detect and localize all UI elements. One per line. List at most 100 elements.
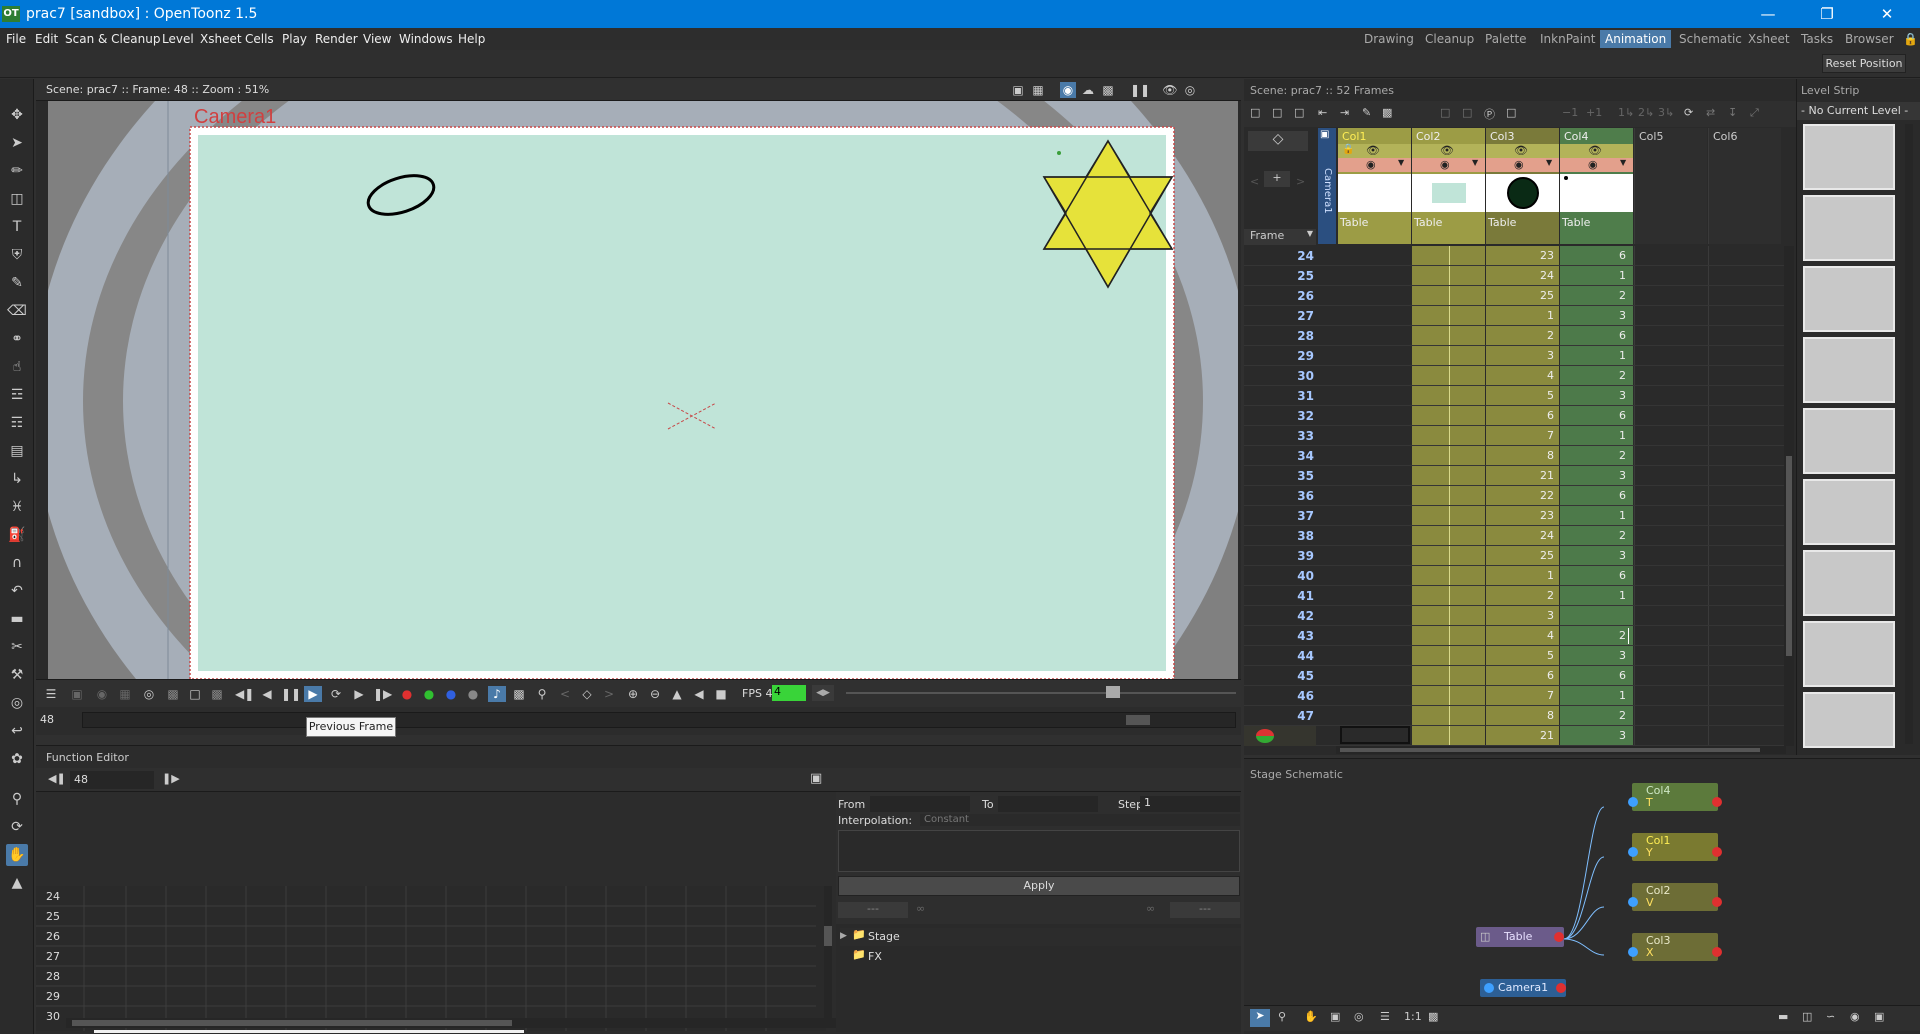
schematic-node-col2[interactable]: Col2 V — [1628, 883, 1722, 911]
magnet-tool-icon[interactable]: ∩ — [6, 552, 28, 574]
xsheet-row[interactable]: 31 5 3 — [1244, 386, 1784, 406]
frame-slider-handle[interactable] — [1126, 715, 1150, 725]
field-guide-icon[interactable]: ▦ — [1030, 82, 1046, 98]
col4-cell[interactable]: 6 — [1560, 569, 1626, 582]
toggle-fx-stage-icon[interactable]: ▣ — [1874, 1010, 1884, 1023]
maximize-nodes-icon[interactable]: ▩ — [1428, 1010, 1438, 1023]
bg-checker-icon[interactable]: ▩ — [164, 686, 182, 702]
tracker-tool-icon[interactable]: ◎ — [6, 692, 28, 714]
node-port-in[interactable] — [1484, 983, 1494, 993]
col3-cell[interactable]: 24 — [1488, 269, 1554, 282]
level-frame-slot[interactable] — [1803, 621, 1895, 687]
new-vector-level-icon[interactable]: □ — [1250, 106, 1260, 119]
fps-slider[interactable] — [846, 692, 1236, 694]
col3-cell[interactable]: 5 — [1488, 389, 1554, 402]
pinch-tool-icon[interactable]: ♓ — [6, 496, 28, 518]
room-browser[interactable]: Browser — [1845, 32, 1894, 46]
col3-cell[interactable]: 1 — [1488, 309, 1554, 322]
col3-cell[interactable]: 5 — [1488, 649, 1554, 662]
close-button[interactable]: ✕ — [1864, 2, 1910, 26]
random-icon[interactable]: ⤢ — [1750, 106, 1759, 120]
col4-cell[interactable]: 1 — [1560, 349, 1626, 362]
bg-black-icon[interactable]: ▩ — [208, 686, 226, 702]
onion-skin-icon[interactable] — [1256, 729, 1274, 743]
col1-toggles[interactable]: 🔒 👁 — [1338, 144, 1411, 158]
level-strip-scroll[interactable] — [1905, 124, 1913, 744]
xsheet-row[interactable]: 40 1 6 — [1244, 566, 1784, 586]
hook-tool-icon[interactable]: ↩ — [6, 720, 28, 742]
xsheet-row[interactable]: 44 5 3 — [1244, 646, 1784, 666]
col4-cell[interactable]: 6 — [1560, 489, 1626, 502]
func-vscroll-handle[interactable] — [824, 926, 832, 946]
new-frame-icon[interactable]: Ⓟ — [1484, 106, 1495, 122]
cutter-tool-icon[interactable]: ✂ — [6, 636, 28, 658]
tree-item-stage[interactable]: ▶ 📁 Stage — [840, 928, 1241, 946]
zoom-in-icon[interactable]: ⊕ — [624, 686, 642, 702]
reset-position-button[interactable]: Reset Position — [1822, 54, 1906, 73]
xsheet-row[interactable]: 42 3 — [1244, 606, 1784, 626]
next-frame-button[interactable]: ▶ — [350, 686, 368, 702]
xsheet-row[interactable]: 47 8 2 — [1244, 706, 1784, 726]
xsheet-row[interactable]: 34 8 2 — [1244, 446, 1784, 466]
col3-cell[interactable]: 2 — [1488, 589, 1554, 602]
col3-cell[interactable]: 8 — [1488, 709, 1554, 722]
col4-cell[interactable]: 3 — [1560, 309, 1626, 322]
prev-value-field[interactable]: --- — [838, 902, 908, 918]
viewer-canvas[interactable]: Camera1 — [48, 101, 1238, 679]
col3-cell[interactable]: 8 — [1488, 449, 1554, 462]
camera-capture-icon[interactable]: ◉ — [93, 686, 111, 702]
col4-cell[interactable]: 1 — [1560, 429, 1626, 442]
level-select[interactable]: - No Current Level - — [1797, 102, 1920, 120]
menu-cells[interactable]: Cells — [245, 32, 274, 46]
col4-cell[interactable]: 3 — [1560, 649, 1626, 662]
col4-cell[interactable]: 1 — [1560, 269, 1626, 282]
col3-cell[interactable]: 21 — [1488, 729, 1554, 742]
paint-brush-tool-icon[interactable]: ✎ — [6, 272, 28, 294]
first-frame-button[interactable]: ◀❚ — [235, 686, 254, 702]
col3-cell[interactable]: 23 — [1488, 509, 1554, 522]
xsheet-row[interactable]: 33 7 1 — [1244, 426, 1784, 446]
col3-cell[interactable]: 7 — [1488, 689, 1554, 702]
prev-memo-icon[interactable]: < — [1250, 175, 1259, 188]
toggle-xsheet-orientation-icon[interactable]: ◇ — [1248, 131, 1308, 151]
menu-xsheet[interactable]: Xsheet — [200, 32, 242, 46]
zoom-out-icon[interactable]: ⊖ — [646, 686, 664, 702]
col4-cell[interactable]: 1 — [1560, 589, 1626, 602]
rgb-picker-tool-icon[interactable]: ☶ — [6, 412, 28, 434]
previous-frame-button[interactable]: ◀ — [258, 686, 276, 702]
play-button[interactable]: ▶ — [304, 686, 322, 702]
node-port-in[interactable] — [1628, 797, 1638, 807]
def-sub-camera-icon[interactable]: ◎ — [140, 686, 158, 702]
new-note-icon[interactable]: ✎ — [1362, 106, 1371, 119]
column-header-col3[interactable]: Col3 👁 ◉ ▼ Table — [1486, 128, 1559, 244]
toggle-panel-icon[interactable]: ▣ — [810, 771, 822, 786]
xsheet-cell-area[interactable]: 24 23 6 25 24 1 26 25 2 27 1 3 28 2 6 29 3 1 30 4 2 31 5 3 32 6 6 3… — [1244, 246, 1784, 746]
key-icon[interactable]: ◇ — [578, 686, 596, 702]
increment-icon[interactable]: +1 — [1586, 106, 1602, 119]
col4-cell[interactable]: 2 — [1560, 529, 1626, 542]
toggle-node-icons-icon[interactable]: ▬ — [1778, 1010, 1788, 1023]
node-port-out[interactable] — [1712, 847, 1722, 857]
xsheet-row[interactable]: 27 1 3 — [1244, 306, 1784, 326]
xsheet-row[interactable]: 43 4 2 — [1244, 626, 1784, 646]
sound-icon[interactable]: ♪ — [488, 686, 506, 702]
reverse-icon[interactable]: ⟳ — [1684, 106, 1693, 119]
control-point-editor-icon[interactable]: ↳ — [6, 468, 28, 490]
schematic-node-col4[interactable]: Col4 T — [1628, 783, 1722, 811]
menu-level[interactable]: Level — [162, 32, 194, 46]
frame-slider[interactable] — [82, 712, 1236, 728]
minimize-button[interactable]: — — [1745, 2, 1791, 26]
interpolation-select[interactable]: Constant — [920, 814, 1240, 826]
node-port-out[interactable] — [1712, 797, 1722, 807]
node-port-in[interactable] — [1628, 947, 1638, 957]
green-channel-icon[interactable]: ● — [420, 686, 438, 702]
col3-cell[interactable]: 3 — [1488, 609, 1554, 622]
collapse-toolbar-icon[interactable]: ▲ — [6, 872, 28, 894]
swing-icon[interactable]: ⇄ — [1706, 106, 1715, 119]
col4-cell[interactable]: 6 — [1560, 329, 1626, 342]
decrement-icon[interactable]: −1 — [1562, 106, 1578, 119]
col3-cell[interactable]: 6 — [1488, 669, 1554, 682]
next-key-icon[interactable]: > — [600, 686, 618, 702]
level-frame-slot[interactable] — [1803, 550, 1895, 616]
normal-size-button[interactable]: 1:1 — [1404, 1010, 1422, 1023]
